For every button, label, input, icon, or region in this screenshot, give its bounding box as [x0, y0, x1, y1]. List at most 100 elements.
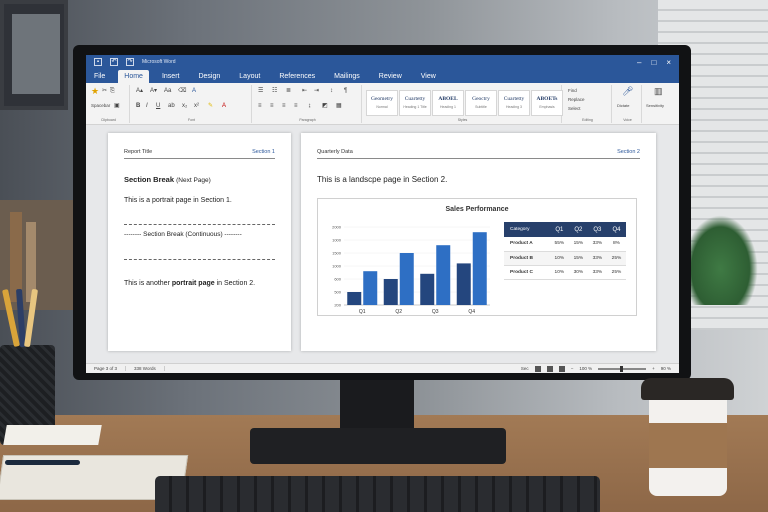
y-tick-label: 200: [334, 303, 341, 308]
tab-view[interactable]: View: [415, 73, 442, 83]
align-center-icon[interactable]: ≡: [270, 103, 274, 109]
pen: [5, 460, 80, 465]
page-header: Quarterly Data Section 2: [317, 149, 640, 159]
style-heading-3[interactable]: Cuartetty Heading 3: [498, 90, 530, 116]
save-icon[interactable]: ▪: [94, 58, 102, 66]
highlight-icon[interactable]: ✎: [208, 103, 213, 109]
tab-mailings[interactable]: Mailings: [328, 73, 366, 83]
status-bar: Page 3 of 3 338 Words Sec − 100 % + 90 %: [86, 363, 679, 373]
tab-layout[interactable]: Layout: [233, 73, 266, 83]
style-subtitle[interactable]: Geoctry Subtitle: [465, 90, 497, 116]
numbering-icon[interactable]: ☷: [272, 88, 277, 94]
increase-indent-icon[interactable]: ⇥: [314, 88, 319, 94]
undo-icon[interactable]: ↶: [110, 58, 118, 66]
text-effects-icon[interactable]: A: [192, 88, 196, 94]
print-layout-icon[interactable]: [546, 365, 553, 372]
continuous-break-label: -------- Section Break (Continuous) ----…: [124, 231, 242, 238]
word-count[interactable]: 338 Words: [126, 366, 165, 371]
bar: [399, 253, 414, 305]
group-label: Font: [187, 118, 195, 122]
select-button[interactable]: Select: [568, 106, 581, 112]
superscript-icon[interactable]: x²: [194, 103, 199, 109]
font-color-icon[interactable]: A: [222, 103, 226, 109]
page-landscape[interactable]: Quarterly Data Section 2 This is a lands…: [301, 133, 656, 351]
bullets-icon[interactable]: ☰: [258, 88, 263, 94]
find-button[interactable]: Find: [568, 88, 577, 94]
shading-icon[interactable]: ◩: [322, 103, 328, 109]
coffee-cup: [641, 378, 734, 496]
table-cell: Product A: [504, 237, 550, 252]
bold-icon[interactable]: B: [136, 103, 140, 109]
notepad: [3, 425, 102, 445]
decrease-indent-icon[interactable]: ⇤: [302, 88, 307, 94]
wall-picture-frame: [0, 0, 68, 110]
tab-references[interactable]: References: [273, 73, 321, 83]
style-title[interactable]: Cuartetty Heading 1 Title: [399, 90, 431, 116]
y-tick-label: 1500: [332, 251, 342, 256]
document-area[interactable]: Report Title Section 1 Section Break (Ne…: [86, 125, 679, 363]
data-table: Category Q1 Q2 Q3 Q4 Product A 55% 15% 3…: [504, 222, 626, 280]
zoom-percent[interactable]: 90 %: [661, 366, 671, 371]
web-layout-icon[interactable]: [558, 365, 565, 372]
table-cell: 33%: [587, 251, 607, 266]
header-section: Section 2: [617, 149, 640, 155]
clipboard-group: ★ ✂ ⎘ Spacebar ▣ Clipboard: [88, 85, 130, 123]
justify-icon[interactable]: ≡: [294, 103, 298, 109]
style-emphasis[interactable]: ABOETs Emphasis: [531, 90, 563, 116]
line-spacing-icon[interactable]: ↨: [308, 103, 311, 109]
font-size-up-icon[interactable]: A▴: [136, 88, 143, 94]
style-normal[interactable]: Geometry Normal: [366, 90, 398, 116]
tab-home[interactable]: Home: [118, 70, 149, 83]
styles-group: Geometry Normal Cuartetty Heading 1 Title …: [364, 85, 563, 123]
format-painter-icon[interactable]: ⎘: [110, 88, 115, 94]
minimize-button[interactable]: –: [637, 58, 641, 67]
show-marks-icon[interactable]: ¶: [344, 88, 347, 94]
font-size-down-icon[interactable]: A▾: [150, 88, 157, 94]
page-count[interactable]: Page 3 of 3: [86, 366, 127, 371]
underline-icon[interactable]: U: [156, 103, 160, 109]
align-left-icon[interactable]: ≡: [258, 103, 262, 109]
subscript-icon[interactable]: x₂: [182, 103, 187, 109]
close-button[interactable]: ×: [666, 58, 671, 67]
redo-icon[interactable]: ↷: [126, 58, 134, 66]
table-header: Q3: [587, 222, 607, 237]
page-portrait[interactable]: Report Title Section 1 Section Break (Ne…: [108, 133, 291, 351]
bar-chart: 2000 1000 1500 1000 600 500 200 Q1 Q2 Q3 Q4: [332, 225, 490, 315]
table-cell: 15%: [568, 251, 588, 266]
copy-icon[interactable]: ▣: [114, 103, 120, 109]
tab-design[interactable]: Design: [192, 73, 226, 83]
maximize-button[interactable]: □: [651, 58, 656, 67]
y-tick-label: 600: [334, 277, 341, 282]
sort-icon[interactable]: ↕: [330, 88, 333, 94]
borders-icon[interactable]: ▦: [336, 103, 342, 109]
table-cell: Product C: [504, 265, 550, 280]
tab-insert[interactable]: Insert: [156, 73, 186, 83]
page-header: Report Title Section 1: [124, 149, 275, 159]
bar: [456, 263, 471, 305]
change-case-icon[interactable]: Aa: [164, 88, 171, 94]
style-heading-1[interactable]: ABOEL Heading 1: [432, 90, 464, 116]
paste-label: Spacebar: [91, 103, 111, 108]
y-tick-label: 1000: [332, 238, 342, 243]
paste-icon[interactable]: ★: [91, 87, 99, 96]
tab-file[interactable]: File: [88, 73, 111, 83]
italic-icon[interactable]: I: [146, 103, 148, 109]
strikethrough-icon[interactable]: ab: [168, 103, 175, 109]
read-mode-icon[interactable]: [534, 365, 541, 372]
zoom-in-icon[interactable]: +: [652, 366, 655, 371]
multilevel-icon[interactable]: ≣: [286, 88, 291, 94]
table-cell: 30%: [568, 265, 588, 280]
clear-format-icon[interactable]: ⌫: [178, 88, 186, 94]
tab-review[interactable]: Review: [373, 73, 408, 83]
replace-button[interactable]: Replace: [568, 97, 585, 103]
microphone-icon[interactable]: 🎤︎: [622, 87, 633, 96]
zoom-level[interactable]: 100 %: [579, 366, 592, 371]
zoom-out-icon[interactable]: −: [571, 366, 574, 371]
zoom-slider[interactable]: [598, 365, 647, 372]
group-label: Voice: [623, 118, 632, 122]
embedded-chart-object[interactable]: Sales Performance 2000 1000 1500 1000 600 500…: [317, 198, 637, 316]
sensitivity-icon[interactable]: ▥: [654, 87, 663, 96]
word-window: ▪ ↶ ↷ Microsoft Word – □ × File Home Ins…: [86, 55, 679, 373]
align-right-icon[interactable]: ≡: [282, 103, 286, 109]
cut-icon[interactable]: ✂: [102, 88, 107, 94]
